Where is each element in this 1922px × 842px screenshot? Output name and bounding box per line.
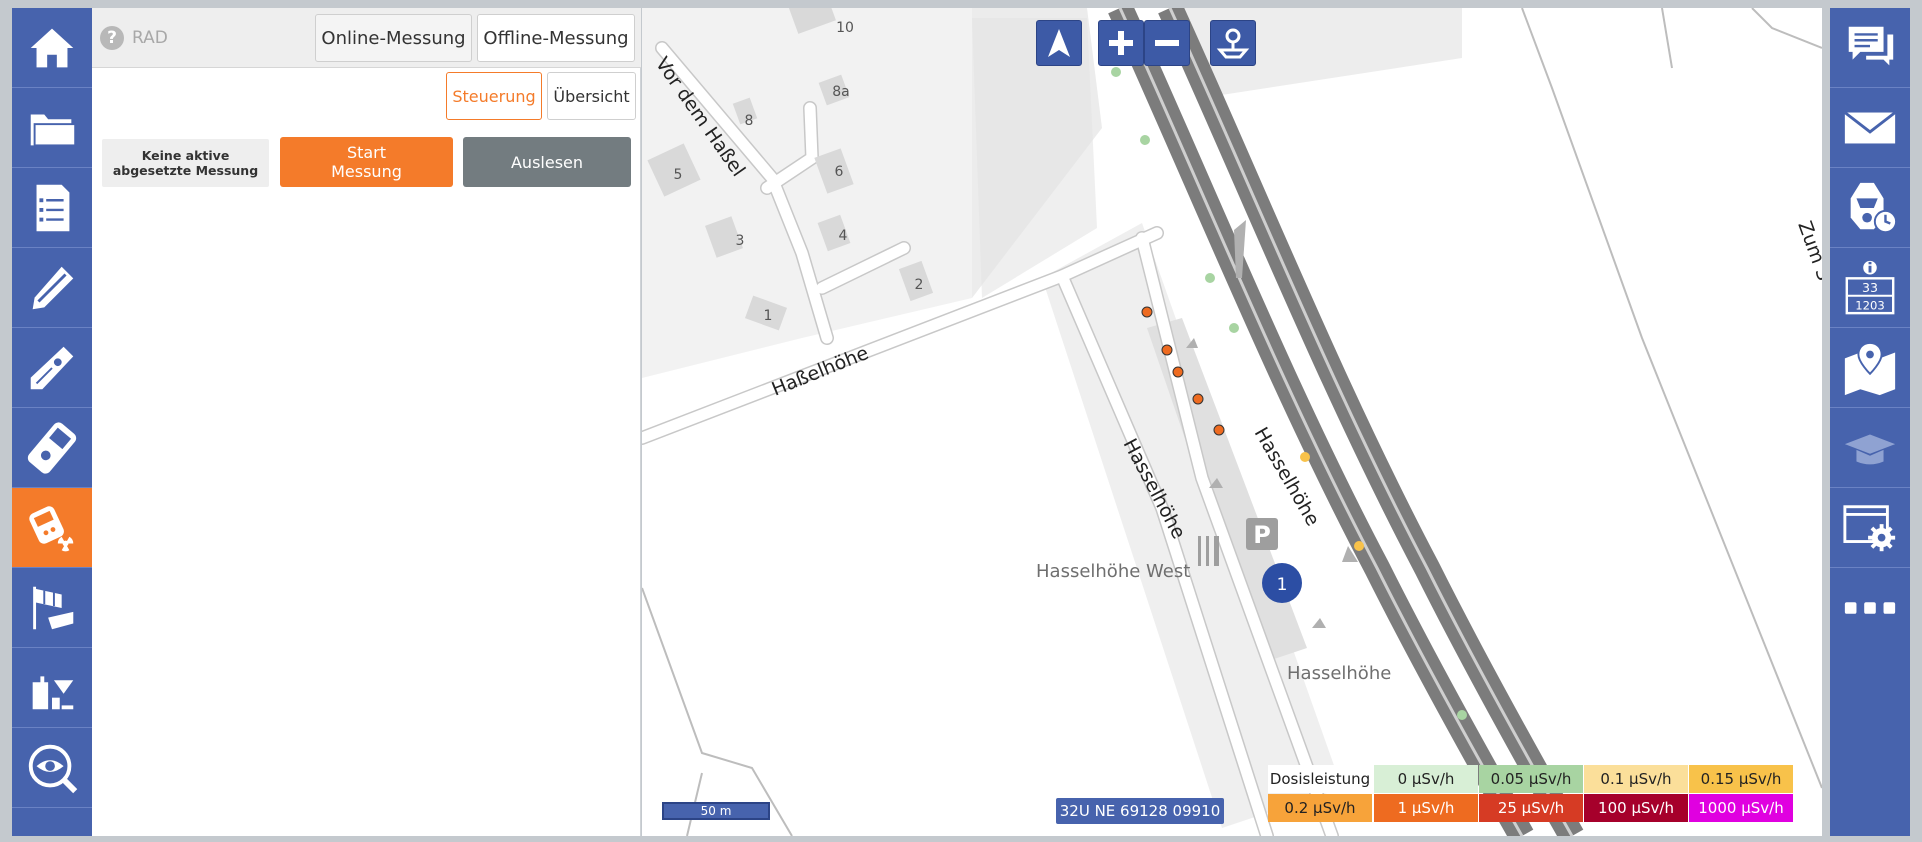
nav-chat[interactable] [1830,8,1910,88]
nav-gas-detector[interactable] [12,408,92,488]
house-number: 10 [836,20,854,36]
nav-hazard-number[interactable]: 33 1203 [1830,248,1910,328]
house-number: 4 [839,228,848,244]
nav-home[interactable] [12,8,92,88]
nav-training[interactable] [1830,408,1910,488]
measurement-status: Keine aktive abgesetzte Messung [102,139,269,187]
location-marker-icon [1216,28,1250,59]
folder-icon [30,113,77,146]
legend-item: 0.05 µSv/h [1479,765,1583,793]
map-scale: 50 m [662,802,770,820]
legend-item: 1000 µSv/h [1689,794,1793,822]
nav-map[interactable] [1830,328,1910,408]
street-label-hasselhoehe: Haßelhöhe [769,342,872,401]
legend-item: 25 µSv/h [1479,794,1583,822]
nav-settings[interactable] [1830,488,1910,568]
nav-radiation[interactable] [12,488,92,568]
minus-icon [1155,40,1179,46]
zoom-out-button[interactable] [1144,20,1190,66]
gas-detector-icon [27,421,77,474]
map-pin-icon [1844,341,1896,395]
nav-dosimeter-pen[interactable] [12,328,92,408]
zoom-in-button[interactable] [1098,20,1144,66]
legend-item: 0.15 µSv/h [1689,765,1793,793]
legend-item: 0 µSv/h [1374,765,1478,793]
map-canvas[interactable]: 10 8 8a 5 6 3 4 2 1 Vor dem Haßel Haßelh… [642,8,1822,836]
legend-item: 0.2 µSv/h [1268,794,1372,822]
observation-eye-icon [28,744,78,793]
coordinate-display: 32U NE 69128 09910 [1056,798,1224,824]
nav-files[interactable] [12,88,92,168]
dosimeter-pen-icon [30,346,74,389]
legend-item: 1 µSv/h [1374,794,1478,822]
checklist-icon [36,184,70,231]
sampling-bottles-icon [32,675,74,709]
nav-observation[interactable] [12,728,92,808]
svg-text:33: 33 [1862,279,1878,294]
gas-pen-icon [32,266,74,309]
nav-respirator-timer[interactable] [1830,168,1910,248]
locate-button[interactable] [1210,20,1256,66]
station-marker-number: 1 [1277,575,1288,595]
right-sidebar: 33 1203 [1830,8,1910,836]
wind-sock-icon [33,586,74,629]
legend-title: Dosisleistung [1268,765,1372,793]
svg-text:1203: 1203 [1855,298,1885,312]
dose-rate-legend: Dosisleistung 0 µSv/h 0.05 µSv/h 0.1 µSv… [1268,765,1811,823]
house-number: 8a [832,84,850,100]
house-number: 2 [915,277,924,293]
street-label-zum: Zum S [1793,218,1822,283]
plus-icon [1109,31,1133,55]
nav-wind[interactable] [12,568,92,648]
house-number: 1 [764,308,773,324]
mail-icon [1843,110,1897,143]
radiation-meter-icon [29,505,74,551]
legend-item: 0.1 µSv/h [1584,765,1688,793]
map-view[interactable]: 10 8 8a 5 6 3 4 2 1 Vor dem Haßel Haßelh… [642,8,1822,836]
more-icon [1844,602,1896,614]
north-button[interactable] [1036,20,1082,66]
house-number: 5 [674,167,683,183]
panel-header: ? RAD Online-Messung Offline-Messung [92,8,641,68]
start-measurement-button[interactable]: Start Messung [280,137,453,187]
nav-mail[interactable] [1830,88,1910,168]
settings-window-icon [1843,504,1896,551]
panel-title: RAD [132,28,168,48]
online-measurement-button[interactable]: Online-Messung [315,14,472,62]
parking-label: P [1253,521,1271,549]
chat-icon [1848,26,1894,65]
help-icon[interactable]: ? [100,26,124,50]
nav-sampling[interactable] [12,648,92,728]
house-number: 8 [745,113,754,129]
place-label-hasselhoehe: Hasselhöhe [1287,663,1391,684]
nav-checklist[interactable] [12,168,92,248]
left-sidebar [12,8,92,836]
offline-measurement-button[interactable]: Offline-Messung [477,14,635,62]
respirator-timer-icon [1850,182,1898,233]
read-out-button[interactable]: Auslesen [463,137,631,187]
control-panel: ? RAD Online-Messung Offline-Messung Ste… [92,8,641,836]
house-number: 3 [736,233,745,249]
nav-more[interactable] [1830,568,1910,648]
house-number: 6 [835,164,844,180]
hazard-number-icon: 33 1203 [1845,260,1895,314]
tab-steuerung[interactable]: Steuerung [446,72,542,120]
training-cap-icon [1844,433,1896,464]
legend-item: 100 µSv/h [1584,794,1688,822]
home-icon [30,28,74,67]
tab-uebersicht[interactable]: Übersicht [547,72,636,120]
place-label-west: Hasselhöhe West [1036,561,1190,582]
nav-gas-pen[interactable] [12,248,92,328]
app-window: ? RAD Online-Messung Offline-Messung Ste… [0,0,1922,842]
compass-north-icon [1048,29,1070,57]
